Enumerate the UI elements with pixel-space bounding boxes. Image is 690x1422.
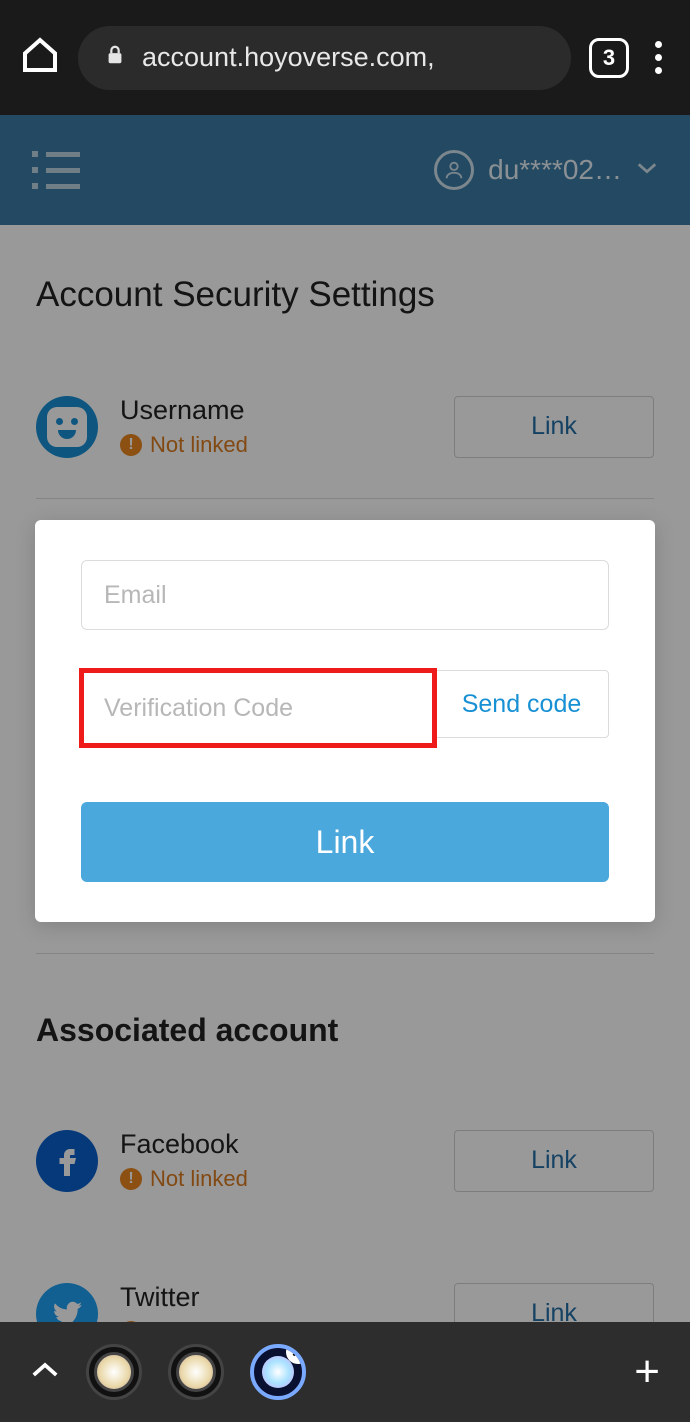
warning-icon: ! — [120, 434, 142, 456]
tabs-count: 3 — [603, 45, 615, 71]
link-button[interactable]: Link — [454, 396, 654, 458]
header-username: du****02… — [488, 154, 622, 186]
setting-facebook: Facebook ! Not linked Link — [36, 1119, 654, 1232]
setting-label: Twitter — [120, 1282, 248, 1313]
setting-label: Username — [120, 395, 248, 426]
browser-menu-icon[interactable] — [647, 41, 670, 74]
chevron-up-icon[interactable] — [30, 1360, 60, 1385]
link-button[interactable]: Link — [454, 1283, 654, 1323]
home-icon[interactable] — [20, 35, 60, 80]
link-modal: Send code Link — [35, 520, 655, 922]
warning-icon: ! — [120, 1168, 142, 1190]
email-input[interactable] — [81, 560, 609, 630]
chevron-down-icon — [636, 161, 658, 180]
setting-label: Facebook — [120, 1129, 248, 1160]
status-not-linked: ! Not linked — [120, 1166, 248, 1192]
app-bubble-2[interactable] — [168, 1344, 224, 1400]
link-button[interactable]: Link — [454, 1130, 654, 1192]
facebook-icon — [36, 1130, 98, 1192]
site-header: du****02… — [0, 115, 690, 225]
browser-top-bar: account.hoyoverse.com, 3 — [0, 0, 690, 115]
setting-username: Username ! Not linked Link — [36, 385, 654, 499]
user-face-icon — [36, 396, 98, 458]
user-menu[interactable]: du****02… — [434, 150, 658, 190]
lock-icon — [104, 42, 126, 73]
verification-code-input[interactable] — [81, 670, 435, 746]
app-bubble-3[interactable]: ✕ — [250, 1344, 306, 1400]
section-title: Associated account — [36, 1012, 654, 1049]
status-not-linked: ! Not linked — [120, 432, 248, 458]
add-button[interactable]: + — [634, 1347, 660, 1397]
twitter-icon — [36, 1283, 98, 1323]
setting-twitter: Twitter ! Not linked Link — [36, 1232, 654, 1322]
url-text: account.hoyoverse.com, — [142, 42, 435, 73]
modal-link-button[interactable]: Link — [81, 802, 609, 882]
tabs-count-button[interactable]: 3 — [589, 38, 629, 78]
send-code-button[interactable]: Send code — [434, 670, 609, 738]
avatar-icon — [434, 150, 474, 190]
bottom-app-bar: ✕ + — [0, 1322, 690, 1422]
menu-icon[interactable] — [32, 151, 80, 189]
app-bubble-1[interactable] — [86, 1344, 142, 1400]
page-title: Account Security Settings — [36, 275, 654, 315]
address-bar[interactable]: account.hoyoverse.com, — [78, 26, 571, 90]
